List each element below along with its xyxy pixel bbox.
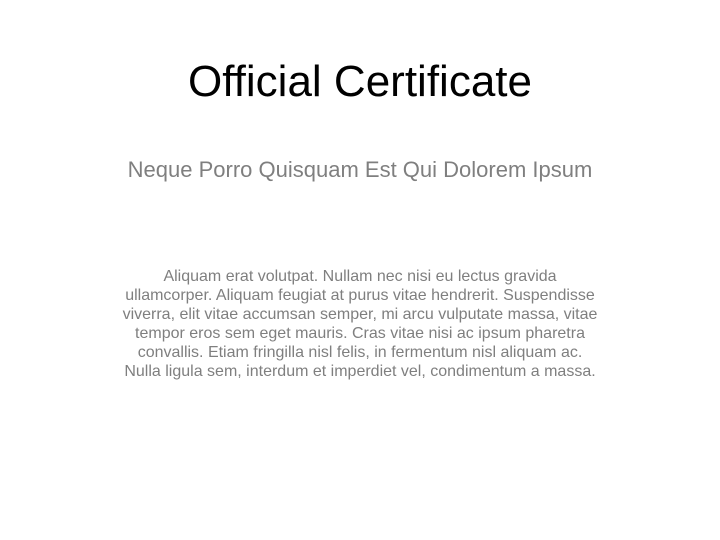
certificate-title: Official Certificate [188, 57, 532, 106]
certificate-page: Official Certificate Neque Porro Quisqua… [0, 0, 720, 540]
certificate-body-text: Aliquam erat volutpat. Nullam nec nisi e… [122, 268, 598, 380]
certificate-subtitle: Neque Porro Quisquam Est Qui Dolorem Ips… [127, 157, 593, 182]
